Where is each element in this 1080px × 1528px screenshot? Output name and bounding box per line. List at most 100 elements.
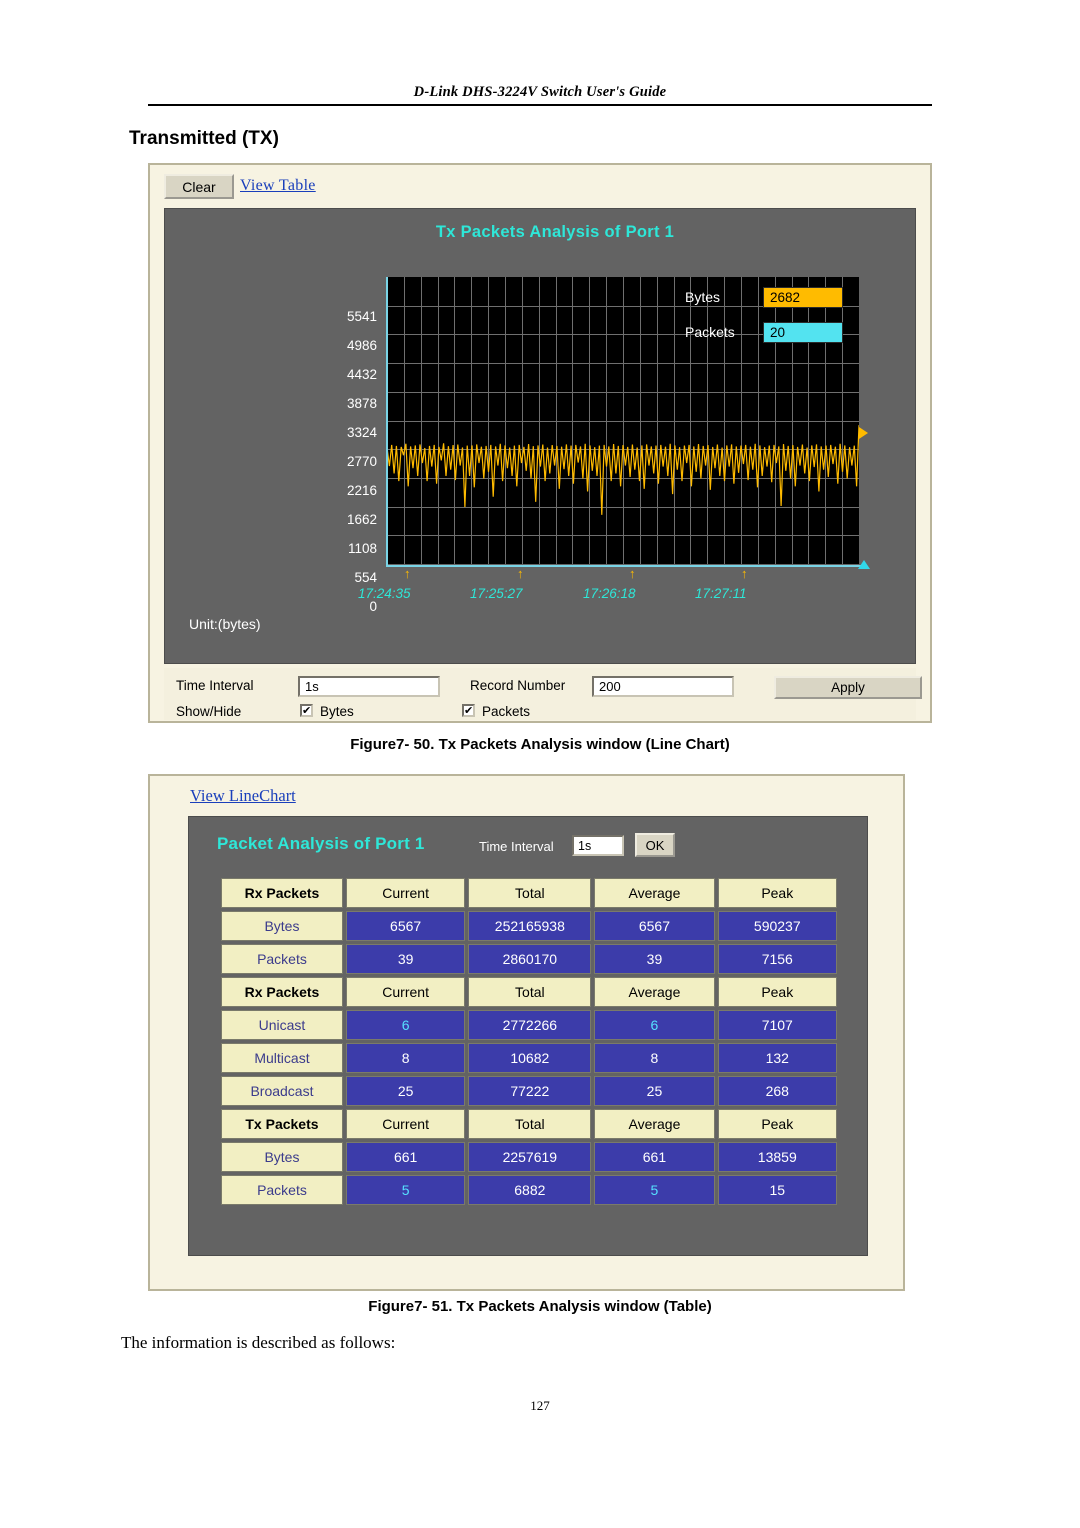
unit-label: Unit:(bytes) xyxy=(189,616,261,632)
body-paragraph: The information is described as follows: xyxy=(121,1333,396,1352)
document-page: D-Link DHS-3224V Switch User's Guide Tra… xyxy=(0,0,1080,1528)
table-data-cell: 6567 xyxy=(345,911,466,941)
record-number-select[interactable]: 200 xyxy=(592,676,734,697)
x-tick-mark-icon: ↑ xyxy=(629,566,636,581)
header-rule xyxy=(148,104,932,106)
record-number-label: Record Number xyxy=(470,678,566,693)
bytes-current-marker-icon xyxy=(859,427,868,439)
table-data-cell: 39 xyxy=(345,944,466,974)
table-data-cell: 2257619 xyxy=(468,1142,592,1172)
table-data-cell: 252165938 xyxy=(468,911,592,941)
table-data-cell: 5 xyxy=(345,1175,466,1205)
chart-toolbar: Clear View Table xyxy=(150,165,930,205)
table-row: Multicast 8 10682 8 132 xyxy=(221,1043,837,1073)
table-data-cell: 7107 xyxy=(717,1010,837,1040)
time-interval-select[interactable]: 1s xyxy=(572,835,624,856)
ok-button[interactable]: OK xyxy=(635,833,675,857)
table-data-cell: 661 xyxy=(345,1142,466,1172)
table-data-cell: 7156 xyxy=(717,944,837,974)
apply-button[interactable]: Apply xyxy=(774,676,922,699)
x-tick-label: 17:26:18 xyxy=(583,586,636,601)
table-data-cell: 2860170 xyxy=(468,944,592,974)
clear-button[interactable]: Clear xyxy=(164,174,234,199)
table-data-cell: 77222 xyxy=(468,1076,592,1106)
line-chart-window: Clear View Table Tx Packets Analysis of … xyxy=(148,163,932,723)
x-tick-label: 17:25:27 xyxy=(470,586,523,601)
table-header-cell: Tx Packets xyxy=(221,1109,343,1139)
table-data-cell: 590237 xyxy=(717,911,837,941)
table-data-cell: 661 xyxy=(594,1142,715,1172)
table-header-cell: Average xyxy=(594,878,715,908)
table-row: Packets 5 6882 5 15 xyxy=(221,1175,837,1205)
table-header-row: Rx Packets Current Total Average Peak xyxy=(221,977,837,1007)
table-header-cell: Total xyxy=(468,1109,592,1139)
table-row: Broadcast 25 77222 25 268 xyxy=(221,1076,837,1106)
time-interval-label: Time Interval xyxy=(479,839,554,854)
packet-analysis-title: Packet Analysis of Port 1 xyxy=(217,834,425,853)
time-interval-select[interactable]: 1s xyxy=(298,676,440,697)
x-tick-mark-icon: ↑ xyxy=(741,566,748,581)
table-header-cell: Total xyxy=(468,878,592,908)
packet-statistics-table: Rx Packets Current Total Average Peak Bytes 65… xyxy=(218,875,840,1208)
legend-value-bytes: 2682 xyxy=(763,287,843,308)
packets-checkbox[interactable]: ✔ xyxy=(462,704,475,717)
x-axis-line xyxy=(386,565,861,567)
table-data-cell: 10682 xyxy=(468,1043,592,1073)
table-header-cell: Rx Packets xyxy=(221,878,343,908)
show-hide-label: Show/Hide xyxy=(176,704,242,719)
legend-value-packets: 20 xyxy=(763,322,843,343)
table-data-cell: 6 xyxy=(594,1010,715,1040)
time-interval-label: Time Interval xyxy=(176,678,254,693)
table-data-cell: 268 xyxy=(717,1076,837,1106)
bytes-checkbox[interactable]: ✔ xyxy=(300,704,313,717)
row-label-cell: Bytes xyxy=(221,1142,343,1172)
row-label-cell: Packets xyxy=(221,944,343,974)
y-tick-label: 3324 xyxy=(346,425,377,440)
page-title: Transmitted (TX) xyxy=(129,128,279,149)
table-header-cell: Rx Packets xyxy=(221,977,343,1007)
y-tick-label: 1108 xyxy=(347,541,377,556)
table-header-cell: Total xyxy=(468,977,592,1007)
table-header-cell: Current xyxy=(345,977,466,1007)
y-tick-label: 4432 xyxy=(346,367,377,382)
row-label-cell: Packets xyxy=(221,1175,343,1205)
table-header-cell: Peak xyxy=(717,977,837,1007)
table-data-cell: 6567 xyxy=(594,911,715,941)
table-data-cell: 5 xyxy=(594,1175,715,1205)
bytes-checkbox-label: Bytes xyxy=(320,704,354,719)
table-data-cell: 132 xyxy=(717,1043,837,1073)
series-bytes-line xyxy=(387,425,859,515)
y-tick-label: 4986 xyxy=(346,338,377,353)
y-axis-line xyxy=(386,277,388,566)
table-row: Bytes 6567 252165938 6567 590237 xyxy=(221,911,837,941)
table-row: Unicast 6 2772266 6 7107 xyxy=(221,1010,837,1040)
y-tick-label: 3878 xyxy=(346,396,377,411)
y-tick-label: 5541 xyxy=(346,309,377,324)
table-header-cell: Current xyxy=(345,1109,466,1139)
legend-label-packets: Packets xyxy=(685,324,735,340)
table-header-row: Rx Packets Current Total Average Peak xyxy=(221,878,837,908)
table-data-cell: 13859 xyxy=(717,1142,837,1172)
packets-checkbox-label: Packets xyxy=(482,704,531,719)
legend-label-bytes: Bytes xyxy=(685,289,721,305)
table-header-cell: Current xyxy=(345,878,466,908)
table-data-cell: 6882 xyxy=(468,1175,592,1205)
chart-panel: Tx Packets Analysis of Port 1 5541 4986 … xyxy=(164,208,916,664)
table-data-cell: 25 xyxy=(594,1076,715,1106)
table-window: View LineChart Packet Analysis of Port 1… xyxy=(148,774,905,1291)
y-tick-label: 2770 xyxy=(346,454,377,469)
view-table-link[interactable]: View Table xyxy=(240,177,316,195)
chart-title: Tx Packets Analysis of Port 1 xyxy=(435,223,675,241)
page-number: 127 xyxy=(530,1398,550,1413)
table-data-cell: 8 xyxy=(345,1043,466,1073)
y-tick-label: 2216 xyxy=(346,483,377,498)
table-data-cell: 25 xyxy=(345,1076,466,1106)
table-data-cell: 2772266 xyxy=(468,1010,592,1040)
y-tick-label: 554 xyxy=(354,570,377,585)
table-header-row: Tx Packets Current Total Average Peak xyxy=(221,1109,837,1139)
figure-caption-50: Figure7- 50. Tx Packets Analysis window … xyxy=(350,736,730,753)
x-tick-mark-icon: ↑ xyxy=(404,566,411,581)
table-data-cell: 15 xyxy=(717,1175,837,1205)
table-row: Packets 39 2860170 39 7156 xyxy=(221,944,837,974)
view-linechart-link[interactable]: View LineChart xyxy=(190,786,296,806)
